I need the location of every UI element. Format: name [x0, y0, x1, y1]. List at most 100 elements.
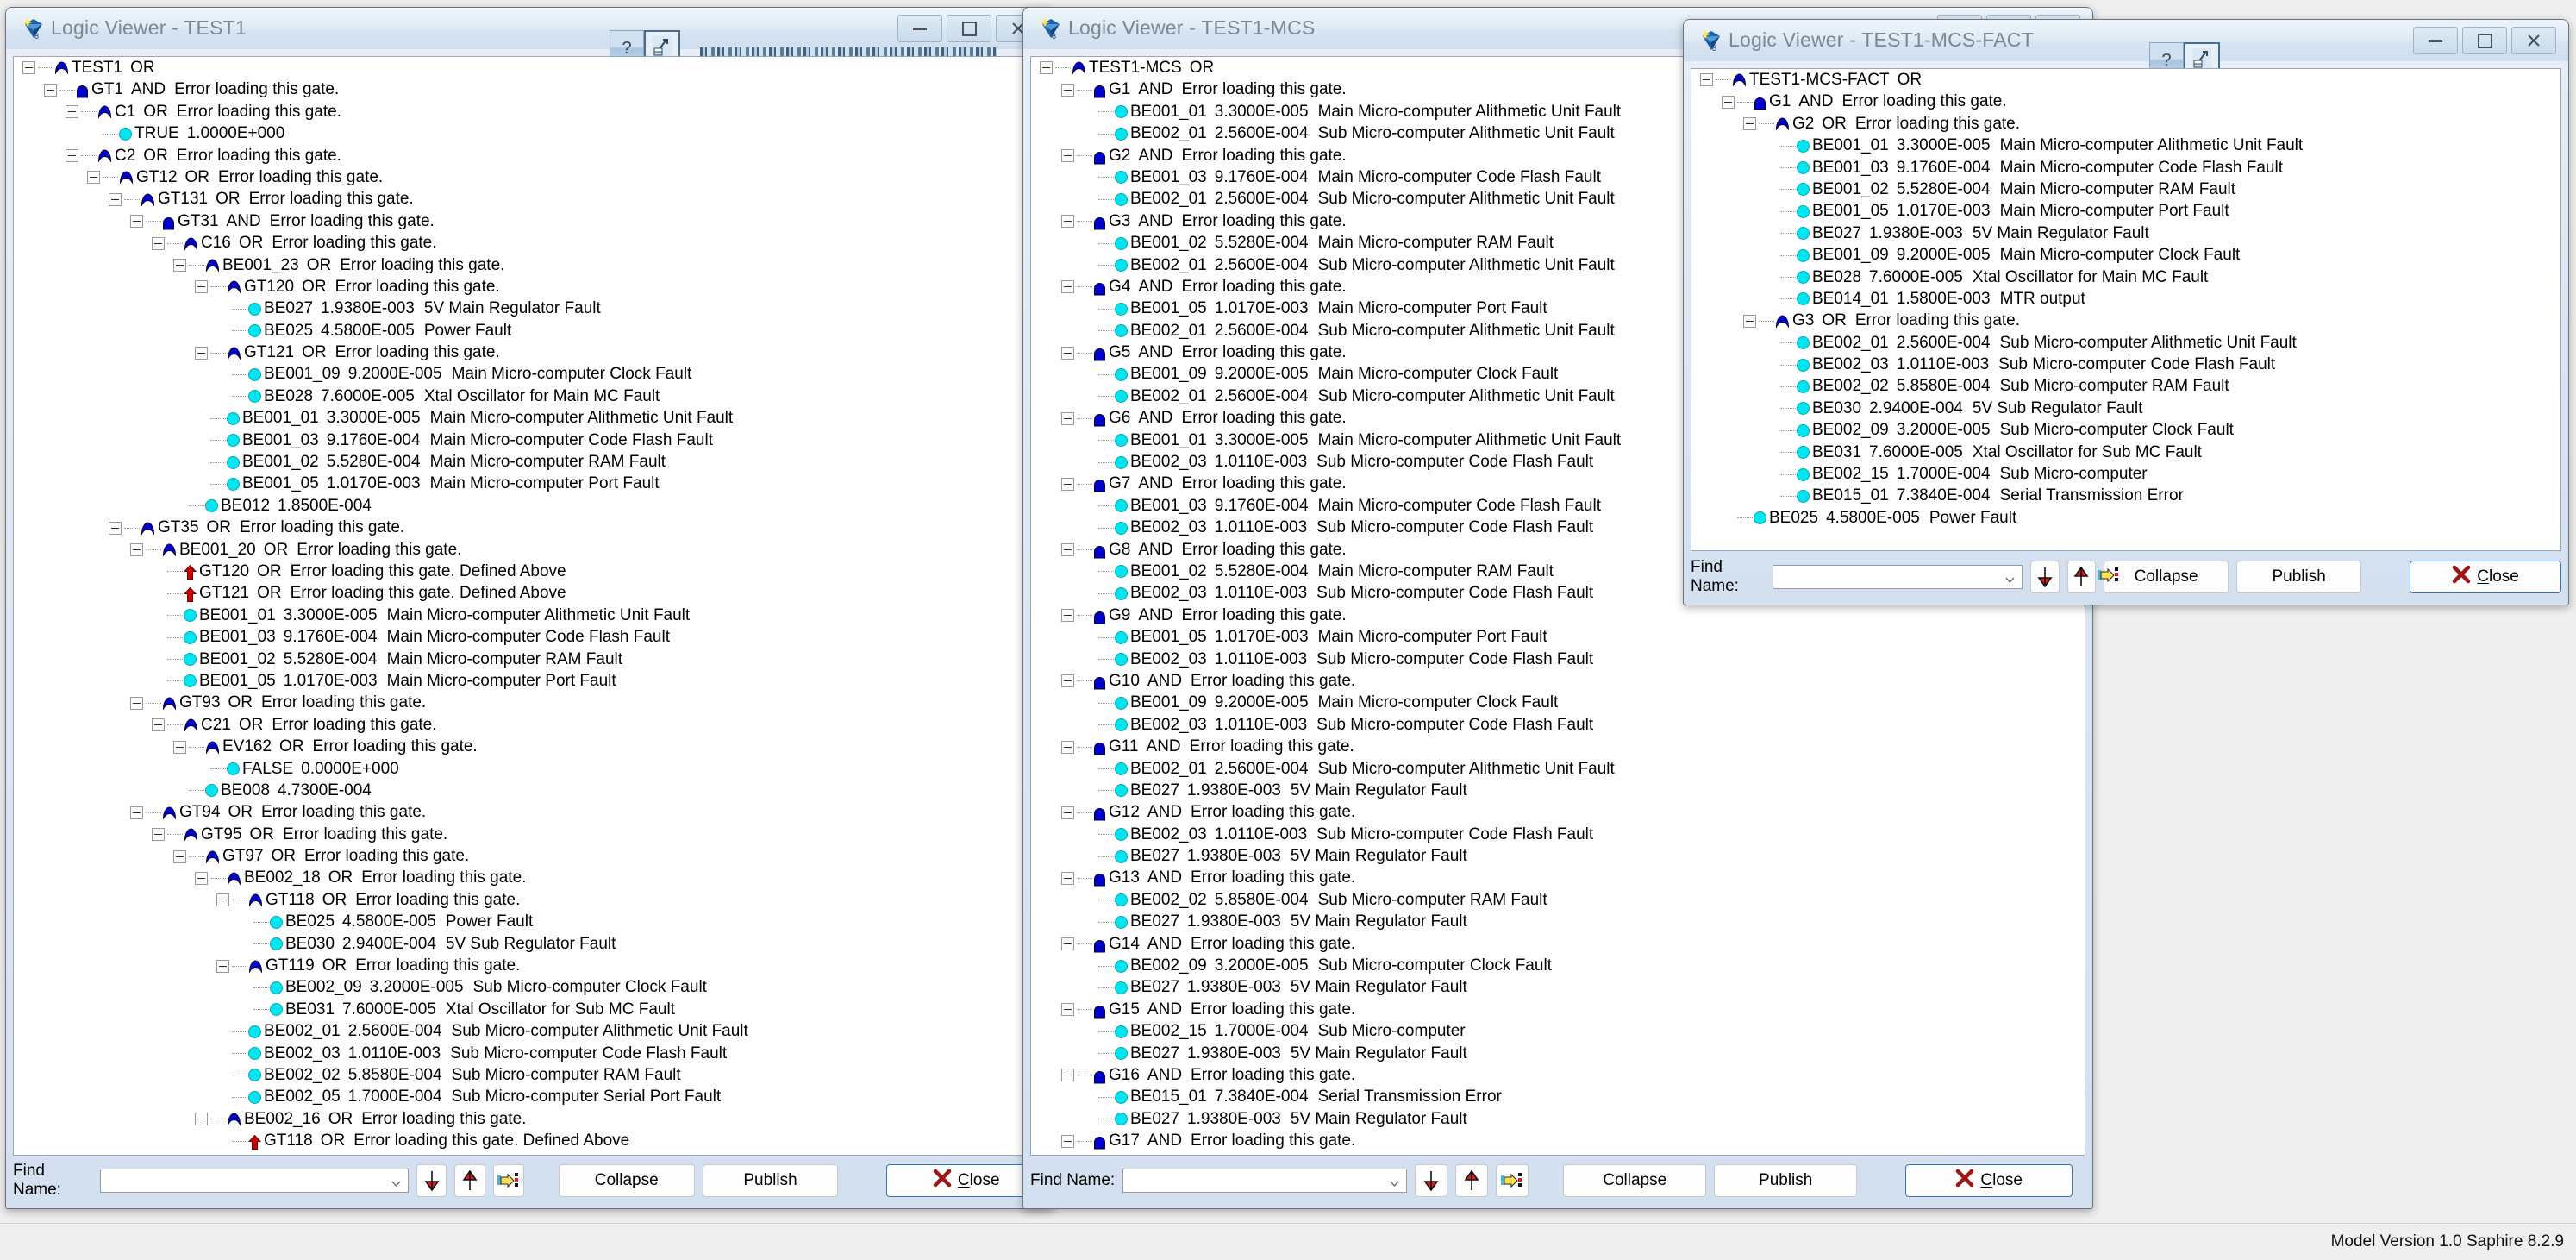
tree-expander-toggle[interactable] — [87, 171, 100, 184]
tree-row[interactable]: BE001_099.2000E-005Main Micro-computer C… — [14, 363, 1045, 385]
tree-expander-toggle[interactable] — [173, 259, 186, 272]
tree-row[interactable]: GT119ORError loading this gate. — [14, 955, 1045, 976]
tree-row[interactable]: BE0317.6000E-005Xtal Oscillator for Sub … — [14, 999, 1045, 1020]
tree-row[interactable]: GT1ANDError loading this gate. — [14, 78, 1045, 100]
logic-tree-panel[interactable]: TEST1-MCS-FACTORG1ANDError loading this … — [1691, 68, 2561, 551]
tree-expander-toggle[interactable] — [130, 215, 143, 228]
title-bar[interactable]: 8 Logic Viewer - TEST1 ? — [6, 8, 1053, 49]
maximize-button[interactable] — [947, 15, 991, 42]
tree-row[interactable]: BE015_017.3840E-004Serial Transmission E… — [1691, 485, 2560, 506]
tree-row[interactable]: TEST1OR — [14, 57, 1045, 78]
find-name-input[interactable] — [100, 1169, 409, 1193]
tree-row[interactable]: BE002_031.0110E-003Sub Micro-computer Co… — [1031, 824, 2085, 845]
tree-row[interactable]: BE0271.9380E-0035V Main Regulator Fault — [14, 298, 1045, 319]
publish-button[interactable]: Publish — [703, 1164, 839, 1197]
tree-row[interactable]: EV162ORError loading this gate. — [14, 736, 1045, 757]
tree-row[interactable]: BE002_012.5600E-004Sub Micro-computer Al… — [1031, 758, 2085, 780]
find-previous-button[interactable] — [454, 1164, 485, 1197]
tree-row[interactable]: GT121ORError loading this gate. Defined … — [14, 582, 1045, 604]
tree-row[interactable]: BE0287.6000E-005Xtal Oscillator for Main… — [14, 386, 1045, 407]
tree-row[interactable]: BE002_031.0110E-003Sub Micro-computer Co… — [14, 1043, 1045, 1064]
logic-viewer-window-test1-mcs-fact[interactable]: 8 Logic Viewer - TEST1-MCS-FACT ? — [1683, 19, 2569, 605]
tree-expander-toggle[interactable] — [1061, 347, 1074, 360]
tree-row[interactable]: TRUE1.0000E+000 — [14, 122, 1045, 144]
tree-row[interactable]: BE002_151.7000E-004Sub Micro-computer — [1691, 463, 2560, 485]
minimize-button[interactable] — [897, 15, 942, 42]
tree-row[interactable]: GT118ORError loading this gate. — [14, 889, 1045, 911]
tree-expander-toggle[interactable] — [195, 347, 208, 360]
tree-row[interactable]: GT121ORError loading this gate. — [14, 342, 1045, 363]
tree-expander-toggle[interactable] — [216, 960, 229, 973]
tree-row[interactable]: BE001_025.5280E-004Main Micro-computer R… — [14, 649, 1045, 670]
tree-row[interactable]: C2ORError loading this gate. — [14, 145, 1045, 166]
publish-button[interactable]: Publish — [1714, 1164, 1857, 1197]
chevron-down-icon[interactable] — [2005, 574, 2015, 583]
tree-row[interactable]: BE002_012.5600E-004Sub Micro-computer Al… — [1031, 1152, 2085, 1155]
find-name-input[interactable] — [1122, 1169, 1407, 1193]
find-previous-button[interactable] — [2067, 561, 2097, 593]
tree-expander-toggle[interactable] — [1061, 149, 1074, 162]
minimize-button[interactable] — [2413, 27, 2458, 54]
tree-row[interactable]: BE0287.6000E-005Xtal Oscillator for Main… — [1691, 266, 2560, 288]
tree-row[interactable]: BE001_051.0170E-003Main Micro-computer P… — [1031, 626, 2085, 648]
tree-expander-toggle[interactable] — [1061, 412, 1074, 425]
tree-row[interactable]: GT93ORError loading this gate. — [14, 692, 1045, 713]
tree-row[interactable]: GT95ORError loading this gate. — [14, 824, 1045, 845]
tree-row[interactable]: GT97ORError loading this gate. — [14, 845, 1045, 867]
tree-row[interactable]: BE001_025.5280E-004Main Micro-computer R… — [14, 451, 1045, 473]
close-button[interactable]: Close — [2410, 561, 2561, 593]
tree-row[interactable]: G15ANDError loading this gate. — [1031, 999, 2085, 1020]
tree-row[interactable]: G9ANDError loading this gate. — [1031, 605, 2085, 626]
tree-expander-toggle[interactable] — [173, 850, 186, 863]
tree-expander-toggle[interactable] — [1061, 543, 1074, 556]
tree-expander-toggle[interactable] — [1700, 73, 1713, 86]
tree-expander-toggle[interactable] — [1061, 478, 1074, 491]
tree-row[interactable]: BE0271.9380E-0035V Main Regulator Fault — [1031, 1043, 2085, 1064]
tree-expander-toggle[interactable] — [1061, 84, 1074, 97]
tree-row[interactable]: BE001_039.1760E-004Main Micro-computer C… — [14, 626, 1045, 648]
tree-row[interactable]: G11ANDError loading this gate. — [1031, 736, 2085, 757]
tree-row[interactable]: BE002_051.7000E-004Sub Micro-computer Se… — [14, 1086, 1045, 1107]
collapse-button[interactable]: Collapse — [1563, 1164, 1706, 1197]
tree-expander-toggle[interactable] — [130, 697, 143, 710]
tree-row[interactable]: BE001_013.3000E-005Main Micro-computer A… — [1691, 135, 2560, 156]
tree-expander-toggle[interactable] — [1061, 1135, 1074, 1148]
bottom-toolbar[interactable]: Find Name: Collapse Publish — [13, 1162, 1046, 1200]
tree-row[interactable]: C1ORError loading this gate. — [14, 101, 1045, 122]
tree-row[interactable]: BE0121.8500E-004 — [14, 495, 1045, 517]
tree-row[interactable]: BE002_012.5600E-004Sub Micro-computer Al… — [1691, 332, 2560, 354]
tree-row[interactable]: C21ORError loading this gate. — [14, 714, 1045, 736]
tree-row[interactable]: BE002_093.2000E-005Sub Micro-computer Cl… — [1031, 955, 2085, 976]
tree-row[interactable]: BE002_025.8580E-004Sub Micro-computer RA… — [14, 1064, 1045, 1086]
tree-row[interactable]: GT120ORError loading this gate. — [14, 276, 1045, 298]
tree-expander-toggle[interactable] — [1061, 741, 1074, 754]
tree-row[interactable]: FALSE0.0000E+000 — [14, 758, 1045, 780]
tree-row[interactable]: GT119ORError loading this gate. Defined … — [14, 1152, 1045, 1155]
tree-row[interactable]: BE0271.9380E-0035V Main Regulator Fault — [1031, 911, 2085, 932]
tree-row[interactable]: BE002_025.8580E-004Sub Micro-computer RA… — [1031, 889, 2085, 911]
tree-expander-toggle[interactable] — [22, 61, 35, 74]
list-pointer-button[interactable] — [2098, 567, 2120, 589]
tree-row[interactable]: BE001_051.0170E-003Main Micro-computer P… — [14, 670, 1045, 692]
tree-row[interactable]: BE0254.5800E-005Power Fault — [14, 320, 1045, 342]
tree-row[interactable]: GT12ORError loading this gate. — [14, 166, 1045, 188]
tree-row[interactable]: G13ANDError loading this gate. — [1031, 867, 2085, 888]
tree-expander-toggle[interactable] — [1061, 1069, 1074, 1081]
tree-row[interactable]: BE001_013.3000E-005Main Micro-computer A… — [14, 605, 1045, 626]
tree-expander-toggle[interactable] — [1061, 609, 1074, 622]
window-close-button[interactable] — [2511, 27, 2556, 54]
tree-expander-toggle[interactable] — [1061, 1003, 1074, 1016]
tree-expander-toggle[interactable] — [152, 718, 165, 731]
tree-row[interactable]: BE001_013.3000E-005Main Micro-computer A… — [14, 407, 1045, 429]
tree-row[interactable]: GT94ORError loading this gate. — [14, 801, 1045, 823]
tree-expander-toggle[interactable] — [1722, 96, 1735, 109]
tree-expander-toggle[interactable] — [173, 741, 186, 754]
tree-row[interactable]: BE002_031.0110E-003Sub Micro-computer Co… — [1031, 649, 2085, 670]
tree-expander-toggle[interactable] — [66, 105, 78, 118]
tree-expander-toggle[interactable] — [1061, 280, 1074, 293]
tree-row[interactable]: BE001_025.5280E-004Main Micro-computer R… — [1691, 179, 2560, 200]
tree-row[interactable]: BE0317.6000E-005Xtal Oscillator for Sub … — [1691, 442, 2560, 463]
tree-row[interactable]: BE002_025.8580E-004Sub Micro-computer RA… — [1691, 375, 2560, 397]
tree-row[interactable]: BE0271.9380E-0035V Main Regulator Fault — [1031, 976, 2085, 998]
tree-row[interactable]: BE001_051.0170E-003Main Micro-computer P… — [1691, 200, 2560, 222]
